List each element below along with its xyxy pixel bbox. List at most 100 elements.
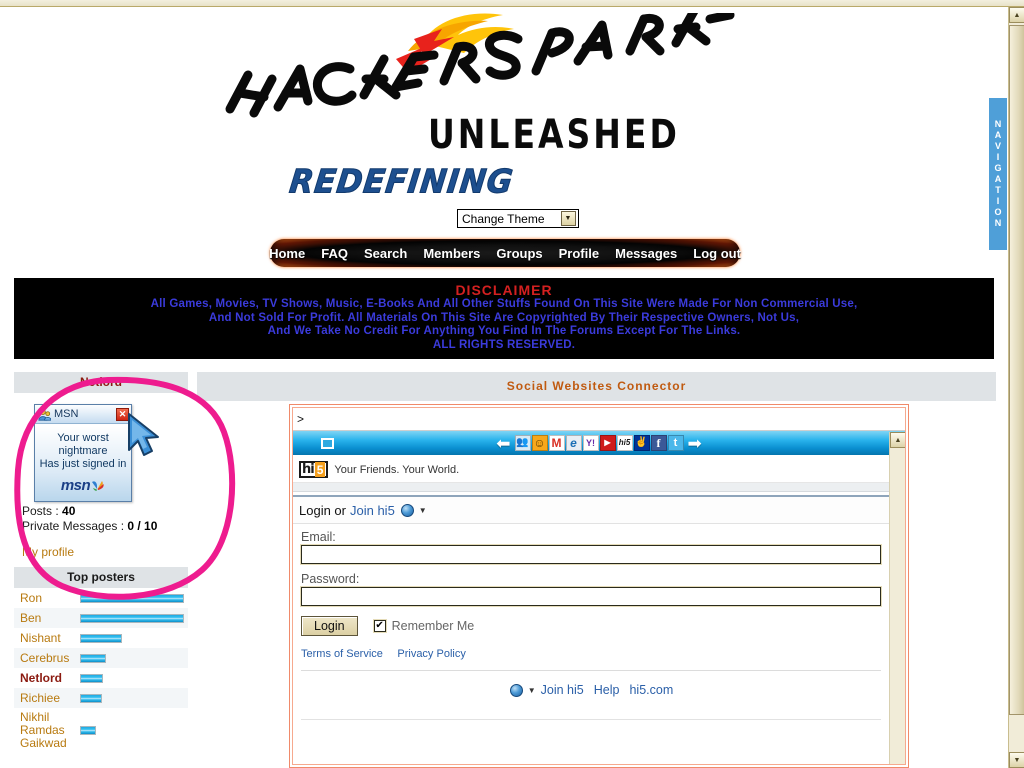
msn-notification-toast[interactable]: MSN ✕ Your worst nightmare Has just sign… [34,404,132,502]
internet-explorer-icon[interactable]: e [565,435,582,451]
terms-of-service-link[interactable]: Terms of Service [301,648,383,660]
nav-item-members[interactable]: Members [415,246,488,261]
posts-value: 40 [62,504,76,518]
scrollbar-up-button[interactable]: ▲ [1009,7,1024,23]
top-poster-name[interactable]: Ben [14,608,74,628]
twitter-icon[interactable]: t [667,435,684,451]
top-poster-name[interactable]: Ron [14,588,74,608]
globe-icon[interactable] [400,504,414,517]
chevron-down-icon[interactable]: ▼ [419,506,427,515]
hi5-header: hi 5 Your Friends. Your World. [293,456,889,483]
top-poster-bar-cell [74,668,188,688]
iframe-vertical-scrollbar[interactable]: ▲ [889,432,905,764]
nav-item-groups[interactable]: Groups [488,246,550,261]
yahoo-messenger-icon[interactable]: ☺ [531,435,548,451]
navigation-side-tab[interactable]: N A V I G A T I O N [989,98,1007,250]
facebook-icon[interactable]: f [650,435,667,451]
top-poster-bar-cell [74,628,188,648]
table-row[interactable]: Nikhil Ramdas Gaikwad [14,708,188,753]
top-posters-title: Top posters [14,567,188,588]
main-content: Social Websites Connector [197,372,996,401]
chevron-down-icon[interactable]: ▼ [560,211,576,226]
msn-toast-line-2: nightmare [58,445,108,457]
address-input[interactable]: > [293,408,905,431]
nav-item-profile[interactable]: Profile [551,246,607,261]
remember-me-checkbox[interactable]: ✔ [372,619,387,633]
msn-toast-line-3: Has just signed in [39,458,127,470]
unleashed-wordmark: UNLEASHED [428,110,680,158]
user-panel-body: MSN ✕ Your worst nightmare Has just sign… [14,393,188,567]
disclaimer-line-1: All Games, Movies, TV Shows, Music, E-Bo… [150,298,858,310]
disclaimer-line-2: And Not Sold For Profit. All Materials O… [208,311,800,324]
change-theme-selected-value: Change Theme [462,211,545,226]
youtube-icon[interactable]: ▶ [599,435,616,451]
close-icon[interactable]: ✕ [116,407,129,421]
hi5-login-header-row: Login or Join hi5 ▼ [293,497,889,524]
msn-contact-icon [38,408,51,421]
password-field[interactable] [300,586,882,607]
user-panel-title: Netlord [14,372,188,393]
msn-toast-title: MSN [54,408,79,420]
table-row[interactable]: Netlord [14,668,188,688]
main-navigation-bar[interactable]: Home FAQ Search Members Groups Profile M… [269,239,741,267]
globe-icon[interactable] [509,683,523,697]
hi5-login-form: Email: Password: Login ✔ Remember Me Ter… [293,524,889,720]
table-row[interactable]: Ron [14,588,188,608]
hi5-logo[interactable]: hi 5 [299,461,329,478]
login-button[interactable]: Login [301,616,358,636]
disclaimer-line-4: ALL RIGHTS RESERVED. [432,338,576,351]
browser-vertical-scrollbar[interactable]: ▲ ▼ [1008,7,1024,768]
top-poster-name[interactable]: Richiee [14,688,74,708]
change-theme-select[interactable]: Change Theme ▼ [457,209,579,228]
disclaimer-title: DISCLAIMER [455,282,553,298]
myspace-icon[interactable]: ✌ [633,435,650,451]
back-arrow-icon[interactable]: ⬅ [493,435,513,452]
table-row[interactable]: Richiee [14,688,188,708]
top-poster-name[interactable]: Cerebrus [14,648,74,668]
nav-item-search[interactable]: Search [356,246,415,261]
nav-item-home[interactable]: Home [261,246,313,261]
msn-messenger-icon[interactable]: 👥 [514,435,531,451]
top-poster-name[interactable]: Nikhil Ramdas Gaikwad [14,708,74,753]
change-theme-select-wrapper[interactable]: Change Theme ▼ [457,209,579,228]
iframe-scrollbar-up-button[interactable]: ▲ [890,432,905,448]
nav-item-logout[interactable]: Log out [685,246,749,261]
gmail-icon[interactable]: M [548,435,565,451]
top-poster-name-current-user[interactable]: Netlord [14,668,74,688]
top-poster-bar [80,726,96,735]
social-icon-row: ⬅ 👥 ☺ M e Y! ▶ hi5 ✌ f t ➡ [293,435,905,452]
join-hi5-link[interactable]: Join hi5 [350,503,395,518]
table-row[interactable]: Nishant [14,628,188,648]
nav-item-faq[interactable]: FAQ [313,246,356,261]
footer-join-hi5-link[interactable]: Join hi5 [541,683,584,697]
hi5-logo-hi: hi [302,462,315,477]
footer-help-link[interactable]: Help [594,683,620,697]
table-row[interactable]: Cerebrus [14,648,188,668]
remember-me-label: Remember Me [391,619,475,633]
scrollbar-thumb[interactable] [1009,25,1024,715]
scrollbar-down-button[interactable]: ▼ [1009,752,1024,768]
forward-arrow-icon[interactable]: ➡ [685,435,705,452]
privacy-policy-link[interactable]: Privacy Policy [397,648,465,660]
top-poster-bar [80,633,122,643]
top-poster-name[interactable]: Nishant [14,628,74,648]
yahoo-mail-icon[interactable]: Y! [582,435,599,451]
table-row[interactable]: Ben [14,608,188,628]
hi5-logo-five: 5 [314,462,326,477]
footer-hi5-com-link[interactable]: hi5.com [629,683,673,697]
nav-item-messages[interactable]: Messages [607,246,685,261]
connector-inner-frame: > ⬅ 👥 ☺ M e Y! ▶ hi5 ✌ f t ➡ hi 5 Your F… [292,407,906,765]
hi5-icon[interactable]: hi5 [616,435,633,451]
email-field[interactable] [300,544,882,565]
site-header: UNLEASHED REDEFINING [0,7,1007,205]
disclaimer-banner: DISCLAIMER All Games, Movies, TV Shows, … [14,278,994,359]
msn-toast-line-1: Your worst [57,432,109,444]
chevron-down-icon[interactable]: ▼ [528,686,536,695]
msn-butterfly-icon [92,481,104,491]
pm-label: Private Messages : [22,519,128,533]
top-poster-bar [80,673,103,683]
top-poster-bar [80,693,102,703]
top-poster-bar-cell [74,688,188,708]
navtab-letter: I [996,152,1000,162]
my-profile-link[interactable]: My profile [22,545,74,559]
